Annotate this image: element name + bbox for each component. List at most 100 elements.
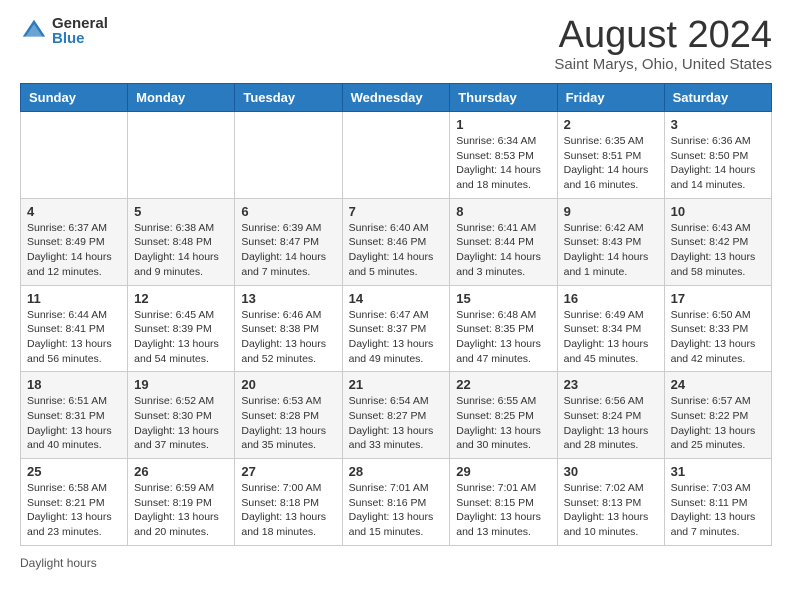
day-info: Sunrise: 6:48 AM Sunset: 8:35 PM Dayligh… [456,308,550,367]
calendar-cell: 8 Sunrise: 6:41 AM Sunset: 8:44 PM Daylig… [450,198,557,285]
day-info: Sunrise: 6:43 AM Sunset: 8:42 PM Dayligh… [671,221,765,280]
calendar-cell: 21Sunrise: 6:54 AM Sunset: 8:27 PM Dayli… [342,372,450,459]
day-number: 24 [671,377,765,392]
day-info: Sunrise: 6:34 AM Sunset: 8:53 PM Dayligh… [456,134,550,193]
calendar-cell: 26Sunrise: 6:59 AM Sunset: 8:19 PM Dayli… [128,459,235,546]
day-info: Sunrise: 6:35 AM Sunset: 8:51 PM Dayligh… [564,134,658,193]
day-number: 20 [241,377,335,392]
day-number: 16 [564,291,658,306]
day-info: Sunrise: 6:55 AM Sunset: 8:25 PM Dayligh… [456,394,550,453]
day-number: 6 [241,204,335,219]
day-number: 3 [671,117,765,132]
calendar-week-row: 18 Sunrise: 6:51 AM Sunset: 8:31 PM Dayli… [21,372,772,459]
calendar-cell: 13 Sunrise: 6:46 AM Sunset: 8:38 PM Dayli… [235,285,342,372]
day-info: Sunrise: 7:02 AM Sunset: 8:13 PM Dayligh… [564,481,658,540]
day-number: 19 [134,377,228,392]
day-info: Sunrise: 6:42 AM Sunset: 8:43 PM Dayligh… [564,221,658,280]
calendar-day-header: Saturday [664,84,771,112]
calendar-week-row: 11 Sunrise: 6:44 AM Sunset: 8:41 PM Dayli… [21,285,772,372]
calendar-cell: 3Sunrise: 6:36 AM Sunset: 8:50 PM Daylig… [664,112,771,199]
day-number: 4 [27,204,121,219]
day-number: 2 [564,117,658,132]
calendar-cell: 27 Sunrise: 7:00 AM Sunset: 8:18 PM Dayli… [235,459,342,546]
day-number: 14 [349,291,444,306]
daylight-hours-label: Daylight hours [20,556,97,570]
logo-blue: Blue [52,31,108,46]
day-number: 29 [456,464,550,479]
day-info: Sunrise: 7:01 AM Sunset: 8:15 PM Dayligh… [456,481,550,540]
day-number: 1 [456,117,550,132]
day-info: Sunrise: 6:51 AM Sunset: 8:31 PM Dayligh… [27,394,121,453]
calendar-cell: 6 Sunrise: 6:39 AM Sunset: 8:47 PM Daylig… [235,198,342,285]
calendar-cell: 30 Sunrise: 7:02 AM Sunset: 8:13 PM Dayli… [557,459,664,546]
calendar-cell: 23 Sunrise: 6:56 AM Sunset: 8:24 PM Dayli… [557,372,664,459]
day-number: 18 [27,377,121,392]
calendar-cell: 11 Sunrise: 6:44 AM Sunset: 8:41 PM Dayli… [21,285,128,372]
calendar-cell: 24 Sunrise: 6:57 AM Sunset: 8:22 PM Dayli… [664,372,771,459]
logo-icon [20,17,48,45]
calendar-day-header: Friday [557,84,664,112]
day-number: 10 [671,204,765,219]
calendar-cell: 22Sunrise: 6:55 AM Sunset: 8:25 PM Dayli… [450,372,557,459]
day-number: 21 [349,377,444,392]
day-number: 13 [241,291,335,306]
day-info: Sunrise: 6:41 AM Sunset: 8:44 PM Dayligh… [456,221,550,280]
day-number: 31 [671,464,765,479]
calendar-week-row: 25 Sunrise: 6:58 AM Sunset: 8:21 PM Dayli… [21,459,772,546]
calendar-cell [128,112,235,199]
day-info: Sunrise: 6:37 AM Sunset: 8:49 PM Dayligh… [27,221,121,280]
day-info: Sunrise: 7:03 AM Sunset: 8:11 PM Dayligh… [671,481,765,540]
title-block: August 2024 Saint Marys, Ohio, United St… [554,16,772,73]
calendar-cell: 12 Sunrise: 6:45 AM Sunset: 8:39 PM Dayli… [128,285,235,372]
day-info: Sunrise: 6:52 AM Sunset: 8:30 PM Dayligh… [134,394,228,453]
day-info: Sunrise: 6:50 AM Sunset: 8:33 PM Dayligh… [671,308,765,367]
calendar-cell: 4 Sunrise: 6:37 AM Sunset: 8:49 PM Daylig… [21,198,128,285]
day-number: 12 [134,291,228,306]
calendar-cell: 18 Sunrise: 6:51 AM Sunset: 8:31 PM Dayli… [21,372,128,459]
month-title: August 2024 [554,16,772,54]
day-number: 8 [456,204,550,219]
day-number: 11 [27,291,121,306]
logo: General Blue [20,16,108,46]
day-number: 30 [564,464,658,479]
day-info: Sunrise: 6:58 AM Sunset: 8:21 PM Dayligh… [27,481,121,540]
calendar-cell [21,112,128,199]
day-number: 23 [564,377,658,392]
calendar-day-header: Monday [128,84,235,112]
day-info: Sunrise: 6:46 AM Sunset: 8:38 PM Dayligh… [241,308,335,367]
calendar-table: SundayMondayTuesdayWednesdayThursdayFrid… [20,83,772,546]
calendar-cell: 7 Sunrise: 6:40 AM Sunset: 8:46 PM Daylig… [342,198,450,285]
day-info: Sunrise: 6:59 AM Sunset: 8:19 PM Dayligh… [134,481,228,540]
calendar-cell: 5Sunrise: 6:38 AM Sunset: 8:48 PM Daylig… [128,198,235,285]
day-info: Sunrise: 6:57 AM Sunset: 8:22 PM Dayligh… [671,394,765,453]
day-info: Sunrise: 6:47 AM Sunset: 8:37 PM Dayligh… [349,308,444,367]
calendar-cell [342,112,450,199]
day-info: Sunrise: 6:49 AM Sunset: 8:34 PM Dayligh… [564,308,658,367]
day-info: Sunrise: 6:45 AM Sunset: 8:39 PM Dayligh… [134,308,228,367]
logo-text: General Blue [52,16,108,46]
calendar-week-row: 4 Sunrise: 6:37 AM Sunset: 8:49 PM Daylig… [21,198,772,285]
calendar-day-header: Tuesday [235,84,342,112]
day-number: 5 [134,204,228,219]
calendar-cell: 1 Sunrise: 6:34 AM Sunset: 8:53 PM Daylig… [450,112,557,199]
day-info: Sunrise: 6:44 AM Sunset: 8:41 PM Dayligh… [27,308,121,367]
day-number: 28 [349,464,444,479]
day-number: 27 [241,464,335,479]
day-info: Sunrise: 7:01 AM Sunset: 8:16 PM Dayligh… [349,481,444,540]
calendar-week-row: 1 Sunrise: 6:34 AM Sunset: 8:53 PM Daylig… [21,112,772,199]
calendar-day-header: Thursday [450,84,557,112]
calendar-day-header: Wednesday [342,84,450,112]
calendar-cell [235,112,342,199]
day-info: Sunrise: 6:40 AM Sunset: 8:46 PM Dayligh… [349,221,444,280]
calendar-cell: 28 Sunrise: 7:01 AM Sunset: 8:16 PM Dayli… [342,459,450,546]
calendar-cell: 20Sunrise: 6:53 AM Sunset: 8:28 PM Dayli… [235,372,342,459]
calendar-cell: 15Sunrise: 6:48 AM Sunset: 8:35 PM Dayli… [450,285,557,372]
day-number: 7 [349,204,444,219]
day-info: Sunrise: 7:00 AM Sunset: 8:18 PM Dayligh… [241,481,335,540]
day-info: Sunrise: 6:56 AM Sunset: 8:24 PM Dayligh… [564,394,658,453]
location: Saint Marys, Ohio, United States [554,56,772,73]
calendar-header-row: SundayMondayTuesdayWednesdayThursdayFrid… [21,84,772,112]
calendar-cell: 19 Sunrise: 6:52 AM Sunset: 8:30 PM Dayli… [128,372,235,459]
day-info: Sunrise: 6:39 AM Sunset: 8:47 PM Dayligh… [241,221,335,280]
day-number: 25 [27,464,121,479]
